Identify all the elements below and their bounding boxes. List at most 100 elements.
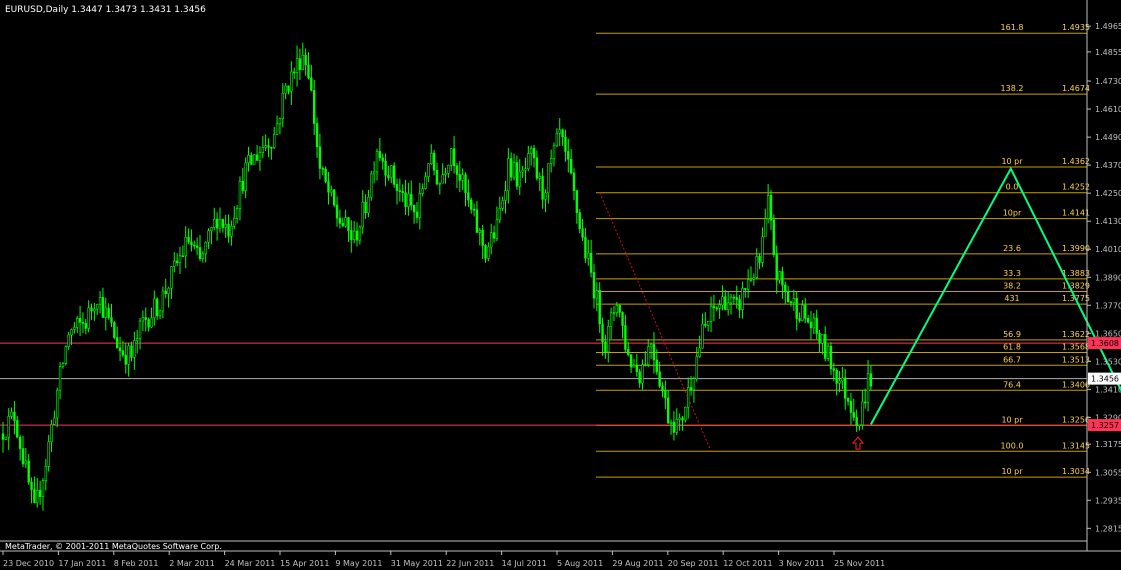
x-tick-label: 29 Aug 2011 — [612, 559, 663, 568]
candle-body — [515, 162, 519, 187]
fib-level-label: 56.9 — [1003, 330, 1021, 339]
candle-body — [552, 145, 556, 159]
y-tick-label: 1.3410 — [1095, 385, 1121, 394]
candle-body — [464, 174, 467, 193]
y-tick-label: 1.4250 — [1095, 189, 1121, 198]
symbol-title: EURUSD,Daily 1.3447 1.3473 1.3431 1.3456 — [5, 5, 206, 15]
candle-body — [524, 168, 527, 171]
candle-body — [375, 151, 379, 173]
candle-body — [298, 58, 302, 71]
candle-body — [818, 333, 821, 344]
candle-body — [555, 132, 559, 147]
candle-body — [698, 347, 701, 357]
candle-body — [167, 287, 170, 295]
candle-body — [501, 200, 504, 209]
candle-body — [778, 271, 781, 281]
candle-body — [752, 277, 756, 280]
candle-body — [729, 296, 733, 304]
fib-level-price: 1.3622 — [1062, 330, 1090, 339]
candle-body — [318, 146, 322, 169]
candle-body — [138, 320, 142, 339]
candle-body — [64, 346, 68, 364]
y-tick-label: 1.4370 — [1095, 161, 1121, 170]
candle-body — [641, 364, 644, 384]
candle-body — [587, 252, 590, 259]
fib-level-label: 138.2 — [1001, 84, 1024, 93]
candle-body — [635, 364, 639, 372]
price-chart[interactable]: 161.8 1.4935 138.2 1.4674 10 pr 1.4362 0.0 1.42… — [0, 0, 1121, 570]
fib-level-label: 76.4 — [1003, 380, 1021, 389]
candle-body — [93, 308, 96, 312]
candle-body — [244, 162, 247, 191]
candle-body — [144, 317, 147, 320]
candle-body — [675, 419, 678, 433]
candle-body — [866, 373, 870, 403]
candle-body — [344, 217, 347, 227]
candle-body — [441, 174, 444, 184]
candle-body — [575, 190, 579, 213]
candle-body — [407, 193, 410, 207]
candle-body — [96, 303, 99, 310]
candle-body — [841, 377, 844, 382]
x-tick-label: 3 Nov 2011 — [779, 559, 825, 568]
fib-level-label: 100.0 — [1001, 441, 1024, 450]
y-tick-label: 1.4490 — [1095, 133, 1121, 142]
candle-body — [224, 224, 227, 228]
candle-body — [812, 317, 816, 329]
x-tick-label: 5 Aug 2011 — [557, 559, 603, 568]
price-tag-label: 1.3456 — [1091, 375, 1119, 384]
candle-body — [686, 387, 690, 408]
candle-body — [390, 165, 393, 178]
candle-body — [312, 90, 316, 124]
candle-body — [127, 345, 130, 365]
candle-body — [230, 225, 233, 237]
candle-body — [672, 421, 676, 433]
candle-body — [61, 363, 65, 368]
x-tick-label: 12 Oct 2011 — [723, 559, 772, 568]
candle-body — [330, 189, 333, 193]
candle-body — [58, 366, 62, 391]
candle-body — [692, 378, 696, 391]
candle-body — [358, 226, 362, 241]
candle-body — [372, 171, 376, 175]
candle-body — [786, 291, 790, 303]
candle-body — [784, 284, 787, 292]
candle-body — [293, 71, 296, 74]
candle-body — [498, 208, 501, 221]
fib-level-label: 61.8 — [1003, 342, 1021, 351]
candle-body — [846, 397, 850, 402]
candle-body — [809, 321, 813, 329]
candle-body — [150, 317, 153, 328]
candle-body — [647, 346, 650, 365]
candle-body — [781, 271, 784, 286]
candle-body — [13, 411, 16, 421]
fib-level-price: 1.4674 — [1062, 84, 1090, 93]
candle-body — [667, 397, 670, 424]
candle-body — [447, 164, 450, 174]
candle-body — [164, 290, 167, 295]
candle-body — [678, 417, 681, 420]
candle-body — [367, 196, 370, 214]
candle-body — [838, 380, 841, 384]
candle-body — [829, 345, 833, 369]
candle-body — [835, 370, 838, 384]
candle-body — [581, 228, 584, 238]
candle-body — [421, 188, 424, 194]
candle-body — [547, 163, 550, 194]
candle-body — [607, 325, 610, 353]
candle-body — [207, 230, 210, 243]
candle-body — [238, 180, 242, 209]
candle-body — [624, 325, 627, 350]
candle-body — [53, 417, 56, 425]
candle-body — [652, 343, 656, 361]
candle-body — [130, 345, 133, 358]
y-tick-label: 1.3530 — [1095, 357, 1121, 366]
candle-body — [724, 296, 727, 311]
candle-body — [184, 237, 187, 257]
candle-body — [744, 288, 747, 290]
candle-body — [141, 317, 145, 322]
x-tick-label: 15 Apr 2011 — [280, 559, 329, 568]
fib-level-label: 23.6 — [1003, 244, 1021, 253]
candle-body — [618, 305, 621, 313]
candle-body — [101, 297, 105, 318]
